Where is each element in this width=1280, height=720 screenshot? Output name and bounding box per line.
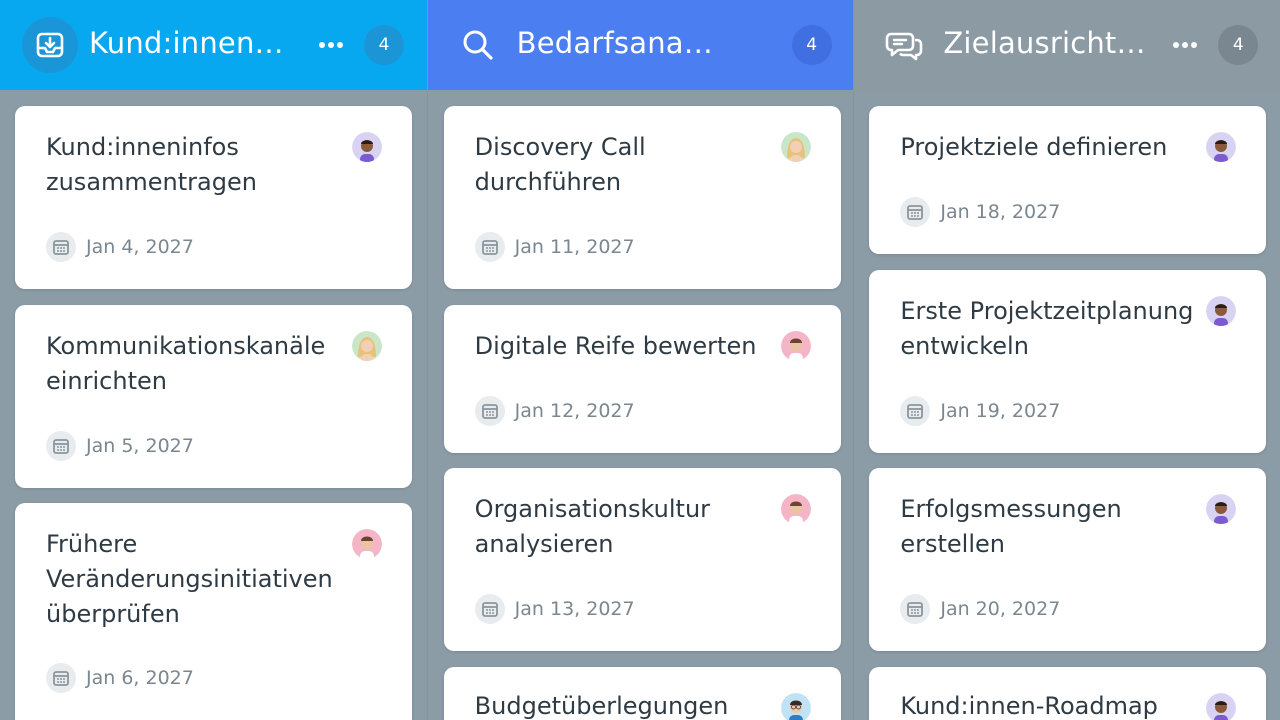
date-label: Jan 13, 2027 — [514, 598, 635, 620]
card-title: Erfolgsmessungen erstellen — [900, 495, 1122, 558]
more-options-icon[interactable] — [316, 30, 346, 60]
card-count-badge: 4 — [1218, 25, 1259, 65]
task-card[interactable]: Budgetüberlegungen — [443, 667, 841, 720]
task-card[interactable]: Kund:inneninfos zusammentragen Jan 4, 20… — [15, 106, 412, 289]
date-label: Jan 20, 2027 — [940, 598, 1061, 620]
avatar[interactable] — [352, 529, 382, 559]
task-card[interactable]: Digitale Reife bewerten Jan 12, 2027 — [443, 305, 841, 453]
avatar[interactable] — [352, 331, 382, 361]
card-title: Organisationskultur analysieren — [474, 495, 711, 558]
chat-bubbles-icon — [876, 17, 932, 73]
card-title: Projektziele definieren — [900, 133, 1168, 161]
card-title: Discovery Call durchführen — [474, 133, 646, 196]
task-card[interactable]: Discovery Call durchführen Jan 11, 2027 — [443, 106, 841, 289]
column-title[interactable]: Kund:innen… — [89, 26, 284, 60]
column-needs-analysis: Bedarfsana… 4 Discovery Call durchführen… — [427, 0, 854, 720]
date-label: Jan 19, 2027 — [940, 400, 1061, 422]
date-label: Jan 4, 2027 — [86, 236, 194, 258]
column-header: Bedarfsana… 4 — [427, 0, 854, 90]
search-icon — [450, 17, 506, 73]
card-title: Frühere Veränderungsinitiativen überprüf… — [46, 530, 333, 628]
column-title[interactable]: Bedarfsana… — [517, 26, 713, 60]
avatar[interactable] — [1206, 494, 1237, 524]
task-card[interactable]: Erste Projektzeitplanung entwickeln Jan … — [869, 270, 1267, 453]
calendar-icon — [46, 663, 76, 693]
task-card[interactable]: Frühere Veränderungsinitiativen überprüf… — [15, 503, 412, 720]
due-date: Jan 13, 2027 — [474, 594, 635, 624]
avatar[interactable] — [1206, 132, 1237, 162]
column-header: Zielausricht… 4 — [854, 0, 1280, 90]
due-date: Jan 18, 2027 — [900, 197, 1060, 227]
calendar-icon — [900, 594, 931, 624]
date-label: Jan 11, 2027 — [514, 236, 635, 258]
calendar-icon — [474, 594, 505, 624]
more-options-icon[interactable] — [1170, 30, 1200, 60]
due-date: Jan 19, 2027 — [900, 396, 1060, 426]
card-count-badge: 4 — [791, 25, 832, 65]
calendar-icon — [474, 232, 505, 262]
kanban-board: Kund:innen… 4 Kund:inneninfos zusammentr… — [0, 0, 1280, 720]
date-label: Jan 5, 2027 — [86, 435, 194, 457]
date-label: Jan 18, 2027 — [940, 201, 1061, 223]
avatar[interactable] — [780, 693, 811, 720]
calendar-icon — [900, 197, 931, 227]
calendar-icon — [46, 232, 76, 262]
due-date: Jan 12, 2027 — [474, 396, 635, 426]
avatar[interactable] — [780, 132, 811, 162]
inbox-download-icon — [22, 17, 78, 73]
avatar[interactable] — [780, 331, 811, 361]
due-date: Jan 6, 2027 — [46, 663, 194, 693]
card-title: Kommunikationskanäle einrichten — [46, 332, 326, 395]
column-customer-info: Kund:innen… 4 Kund:inneninfos zusammentr… — [0, 0, 427, 720]
avatar[interactable] — [1206, 693, 1237, 720]
column-body: Kund:inneninfos zusammentragen Jan 4, 20… — [0, 90, 427, 720]
task-card[interactable]: Organisationskultur analysieren Jan 13, … — [443, 468, 841, 651]
calendar-icon — [46, 431, 76, 461]
column-body: Projektziele definieren Jan 18, 2027 Ers… — [854, 90, 1280, 720]
card-title: Budgetüberlegungen — [474, 692, 729, 720]
due-date: Jan 5, 2027 — [46, 431, 194, 461]
avatar[interactable] — [780, 494, 811, 524]
task-card[interactable]: Kommunikationskanäle einrichten Jan 5, 2… — [15, 305, 412, 488]
calendar-icon — [900, 396, 931, 426]
column-title[interactable]: Zielausricht… — [943, 26, 1145, 60]
task-card[interactable]: Erfolgsmessungen erstellen Jan 20, 2027 — [869, 468, 1267, 651]
avatar[interactable] — [352, 132, 382, 162]
column-header: Kund:innen… 4 — [0, 0, 427, 90]
calendar-icon — [474, 396, 505, 426]
card-title: Erste Projektzeitplanung entwickeln — [900, 297, 1194, 360]
task-card[interactable]: Kund:innen-Roadmap — [869, 667, 1267, 720]
date-label: Jan 12, 2027 — [514, 400, 635, 422]
card-title: Kund:innen-Roadmap — [900, 692, 1158, 720]
column-body: Discovery Call durchführen Jan 11, 2027 … — [427, 90, 854, 720]
due-date: Jan 4, 2027 — [46, 232, 194, 262]
card-title: Kund:inneninfos zusammentragen — [46, 133, 257, 196]
avatar[interactable] — [1206, 296, 1237, 326]
card-title: Digitale Reife bewerten — [474, 332, 757, 360]
column-goal-alignment: Zielausricht… 4 Projektziele definieren … — [853, 0, 1280, 720]
card-count-badge: 4 — [364, 25, 404, 65]
due-date: Jan 11, 2027 — [474, 232, 635, 262]
date-label: Jan 6, 2027 — [86, 667, 194, 689]
due-date: Jan 20, 2027 — [900, 594, 1060, 624]
task-card[interactable]: Projektziele definieren Jan 18, 2027 — [869, 106, 1267, 254]
